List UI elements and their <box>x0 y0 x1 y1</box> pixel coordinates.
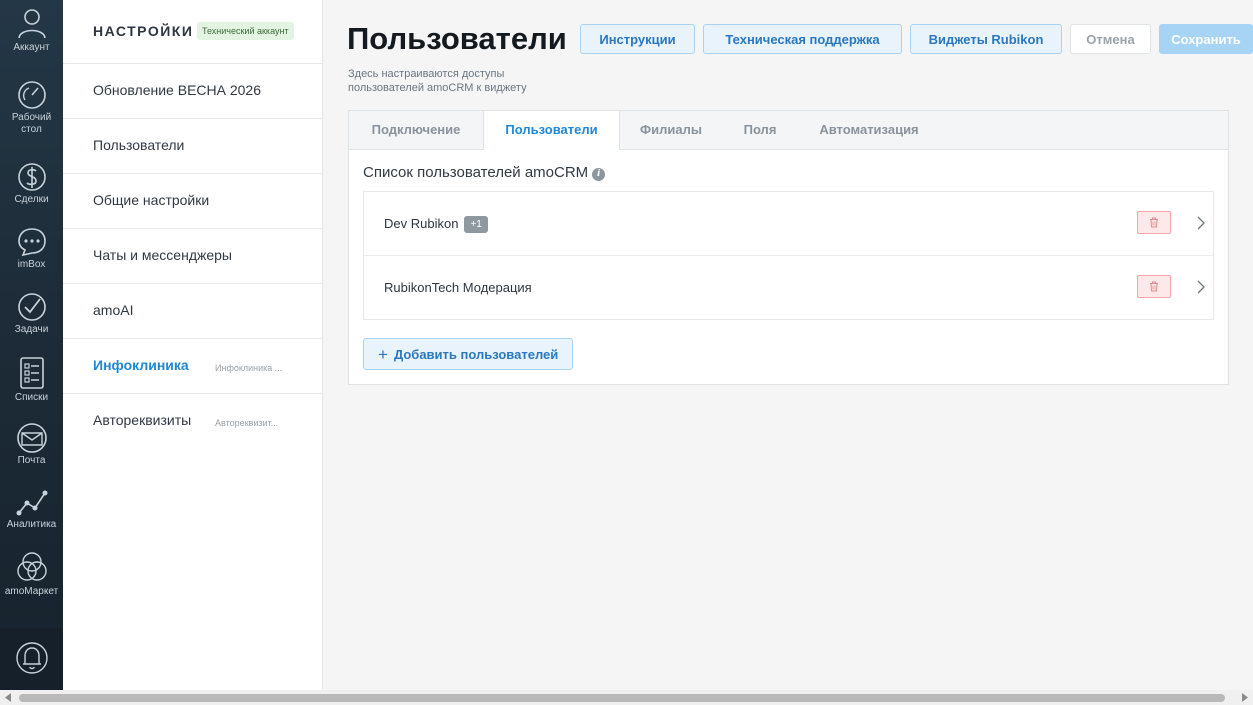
mail-icon <box>16 423 47 453</box>
nav-label: Почта <box>17 455 46 466</box>
nav-item-lists[interactable]: Списки <box>0 356 63 404</box>
nav-item-dashboard[interactable]: Рабочий стол <box>0 80 63 136</box>
trash-icon <box>1150 281 1158 292</box>
analytics-icon <box>16 490 47 516</box>
nav-item-mail[interactable]: Почта <box>0 423 63 467</box>
scrollbar-thumb[interactable] <box>19 694 1225 702</box>
users-list: Dev Rubikon +1 RubikonTech Модерация <box>363 191 1214 320</box>
main-nav: Аккаунт Рабочий стол Сделки imBox Задачи <box>0 0 63 690</box>
market-icon <box>16 552 47 581</box>
sidebar-item-autorequisites[interactable]: Автореквизиты Автореквизит... <box>63 394 322 448</box>
delete-user-button[interactable] <box>1137 211 1171 234</box>
account-type-badge: Технический аккаунт <box>197 22 294 40</box>
deals-icon <box>17 163 46 191</box>
nav-item-tasks[interactable]: Задачи <box>0 292 63 336</box>
sidebar-item-chats[interactable]: Чаты и мессенджеры <box>63 229 322 284</box>
horizontal-scrollbar[interactable] <box>0 690 1253 705</box>
info-icon[interactable]: i <box>592 168 606 181</box>
nav-notifications[interactable] <box>0 628 63 690</box>
nav-label: Аккаунт <box>13 42 50 53</box>
tab-automation[interactable]: Автоматизация <box>798 111 940 149</box>
nav-item-deals[interactable]: Сделки <box>0 158 63 206</box>
sidebar-item-label: Пользователи <box>93 137 185 153</box>
tab-fields[interactable]: Поля <box>722 111 798 149</box>
user-row[interactable]: RubikonTech Модерация <box>364 256 1213 319</box>
delete-user-button[interactable] <box>1137 275 1171 298</box>
save-button[interactable]: Сохранить <box>1159 24 1253 54</box>
sidebar-item-sublabel: Инфоклиника ... <box>215 363 283 373</box>
nav-label: Рабочий стол <box>11 112 52 135</box>
nav-label: Сделки <box>14 194 49 205</box>
tab-users[interactable]: Пользователи <box>483 111 620 150</box>
settings-title: НАСТРОЙКИ <box>93 23 194 39</box>
page-description: Здесь настраиваются доступы пользователе… <box>348 68 527 94</box>
sidebar-item-update[interactable]: Обновление ВЕСНА 2026 <box>63 64 322 119</box>
user-name: Dev Rubikon +1 <box>384 216 488 233</box>
nav-label: Списки <box>14 392 49 403</box>
settings-sidebar: НАСТРОЙКИ Технический аккаунт Обновление… <box>63 0 323 690</box>
cancel-button[interactable]: Отмена <box>1070 24 1151 54</box>
scroll-left-icon[interactable] <box>3 692 13 703</box>
sidebar-item-label: Общие настройки <box>93 192 210 208</box>
nav-label: Задачи <box>14 324 49 335</box>
sidebar-item-label: Автореквизиты <box>93 412 192 428</box>
sidebar-item-label: Обновление ВЕСНА 2026 <box>93 82 261 98</box>
nav-label: Аналитика <box>6 519 57 530</box>
sidebar-item-label: Инфоклиника <box>93 357 189 373</box>
bell-icon <box>16 642 48 674</box>
instructions-button[interactable]: Инструкции <box>580 24 695 54</box>
page-title: Пользователи <box>347 21 567 56</box>
trash-icon <box>1150 217 1158 228</box>
user-name-text: Dev Rubikon <box>384 216 459 231</box>
support-button[interactable]: Техническая поддержка <box>703 24 902 54</box>
nav-label: amoМаркет <box>4 586 59 597</box>
nav-item-analytics[interactable]: Аналитика <box>0 487 63 531</box>
sidebar-item-users[interactable]: Пользователи <box>63 119 322 174</box>
user-count-badge: +1 <box>464 216 488 233</box>
sidebar-item-sublabel: Автореквизит... <box>215 418 279 428</box>
chevron-right-icon[interactable] <box>1194 279 1208 295</box>
chat-icon <box>17 228 46 257</box>
sidebar-item-infoclinic[interactable]: Инфоклиника Инфоклиника ... <box>63 339 322 394</box>
sidebar-item-amoai[interactable]: amoAI <box>63 284 322 339</box>
sidebar-item-general[interactable]: Общие настройки <box>63 174 322 229</box>
add-users-label: Добавить пользователей <box>393 346 559 362</box>
user-name: RubikonTech Модерация <box>384 280 532 295</box>
sidebar-item-label: amoAI <box>93 302 134 318</box>
nav-label: imBox <box>17 259 46 270</box>
nav-item-market[interactable]: amoМаркет <box>0 550 63 598</box>
widgets-button[interactable]: Виджеты Rubikon <box>910 24 1062 54</box>
dashboard-icon <box>17 81 46 109</box>
user-row[interactable]: Dev Rubikon +1 <box>364 192 1213 256</box>
lists-icon <box>19 357 44 389</box>
chevron-right-icon[interactable] <box>1194 215 1208 231</box>
settings-header: НАСТРОЙКИ Технический аккаунт <box>63 0 322 64</box>
plus-icon: + <box>378 344 388 364</box>
nav-item-account[interactable]: Аккаунт <box>0 6 63 54</box>
nav-item-imbox[interactable]: imBox <box>0 227 63 271</box>
scroll-right-icon[interactable] <box>1240 692 1250 703</box>
users-list-title: Список пользователей amoCRM i <box>363 164 606 181</box>
sidebar-item-label: Чаты и мессенджеры <box>93 247 232 263</box>
add-users-button[interactable]: + Добавить пользователей <box>363 338 574 370</box>
tab-branches[interactable]: Филиалы <box>620 111 722 149</box>
tasks-icon <box>17 293 46 321</box>
tab-connection[interactable]: Подключение <box>349 111 483 149</box>
tab-bar: Подключение Пользователи Филиалы Поля Ав… <box>349 111 1228 150</box>
settings-panel: Подключение Пользователи Филиалы Поля Ав… <box>348 110 1229 385</box>
account-icon <box>17 9 46 39</box>
users-list-title-text: Список пользователей amoCRM <box>363 164 589 181</box>
